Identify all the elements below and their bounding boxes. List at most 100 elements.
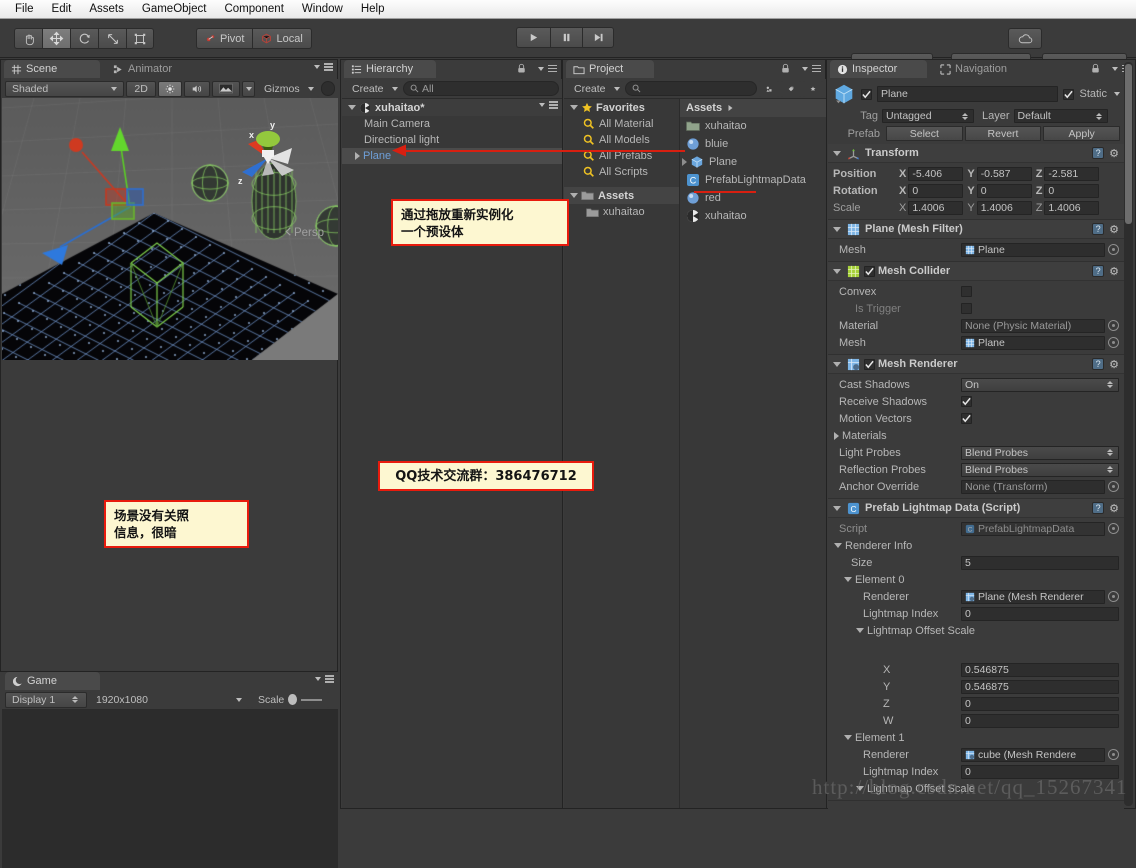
project-favorite-all-models[interactable]: All Models — [564, 132, 679, 148]
help-icon[interactable]: ? — [1092, 501, 1105, 514]
project-breadcrumb[interactable]: Assets — [680, 99, 826, 117]
audio-icon[interactable] — [184, 80, 211, 97]
tab-game[interactable]: Game — [5, 672, 100, 690]
local-toggle-button[interactable]: Local — [252, 28, 312, 49]
pivot-toggle-button[interactable]: Pivot — [196, 28, 253, 49]
object-enabled-checkbox[interactable] — [861, 88, 872, 100]
project-file-xuhaitao-scene[interactable]: xuhaitao — [680, 207, 826, 225]
object-picker-icon[interactable] — [1108, 481, 1119, 492]
chevron-down-icon[interactable] — [570, 105, 578, 110]
lock-icon[interactable] — [781, 63, 790, 74]
hierarchy-panel-menu[interactable] — [517, 63, 557, 74]
chevron-down-icon[interactable] — [834, 543, 842, 548]
component-header[interactable]: Mesh Collider ? ⚙ — [828, 262, 1124, 281]
filter-by-label-icon[interactable] — [781, 80, 801, 97]
materials-foldout-row[interactable]: Materials — [833, 427, 1119, 444]
scene-orientation-gizmo[interactable]: x y z — [222, 114, 312, 194]
object-picker-icon[interactable] — [1108, 337, 1119, 348]
hierarchy-item-directional-light[interactable]: Directional light — [342, 132, 562, 148]
hierarchy-search-input[interactable]: All — [403, 81, 559, 96]
scene-search-input[interactable] — [321, 81, 335, 96]
component-header[interactable]: Mesh Renderer ? ⚙ — [828, 355, 1124, 374]
project-file-prefab-lightmap-data[interactable]: C PrefabLightmapData — [680, 171, 826, 189]
mesh-collider-enabled-checkbox[interactable] — [864, 265, 875, 277]
position-z-input[interactable]: -2.581 — [1044, 166, 1100, 181]
menu-item-edit[interactable]: Edit — [43, 1, 81, 17]
physic-material-object-field[interactable]: None (Physic Material) — [961, 318, 1105, 333]
rotation-x-input[interactable]: 0 — [908, 183, 964, 198]
project-contents[interactable]: Assets xuhaitao bluie Plane C PrefabLigh… — [680, 99, 826, 808]
display-dropdown[interactable]: Display 1 — [5, 691, 87, 708]
hand-tool-button[interactable] — [14, 28, 42, 49]
gear-icon[interactable]: ⚙ — [1109, 502, 1119, 515]
element0-renderer-object-field[interactable]: Plane (Mesh Renderer — [961, 589, 1105, 604]
rect-tool-button[interactable] — [126, 28, 154, 49]
position-x-input[interactable]: -5.406 — [908, 166, 964, 181]
help-icon[interactable]: ? — [1092, 357, 1105, 370]
lock-icon[interactable] — [517, 63, 526, 74]
prefab-revert-button[interactable]: Revert — [964, 126, 1042, 141]
help-icon[interactable]: ? — [1092, 222, 1105, 235]
project-tree[interactable]: Favorites All Material All Models All Pr… — [564, 99, 680, 808]
chevron-down-icon[interactable] — [833, 268, 841, 274]
chevron-down-icon[interactable] — [856, 628, 864, 633]
light-icon[interactable] — [158, 80, 183, 97]
scale-tool-button[interactable] — [98, 28, 126, 49]
project-file-bluie[interactable]: bluie — [680, 135, 826, 153]
scale-slider[interactable]: Scale — [251, 691, 329, 708]
scene-panel-menu[interactable] — [306, 63, 333, 71]
rotation-z-input[interactable]: 0 — [1044, 183, 1100, 198]
component-header[interactable]: Transform ? ⚙ — [828, 144, 1124, 163]
convex-checkbox[interactable] — [961, 286, 972, 297]
gizmos-dropdown[interactable]: Gizmos — [257, 80, 319, 97]
reflection-probes-dropdown[interactable]: Blend Probes — [961, 462, 1119, 477]
offset-x-input[interactable]: 0.546875 — [961, 662, 1119, 677]
hierarchy-create-dropdown[interactable]: Create — [345, 80, 401, 97]
renderer-info-foldout[interactable]: Renderer Info — [833, 537, 1119, 554]
tag-dropdown[interactable]: Untagged — [882, 109, 974, 123]
object-picker-icon[interactable] — [1108, 591, 1119, 602]
size-input[interactable]: 5 — [961, 555, 1119, 570]
project-file-plane-prefab[interactable]: Plane — [680, 153, 826, 171]
receive-shadows-checkbox[interactable] — [961, 396, 972, 407]
chevron-down-icon[interactable] — [844, 577, 852, 582]
tab-navigation[interactable]: Navigation — [933, 60, 1037, 78]
project-favorites-row[interactable]: Favorites — [564, 99, 679, 116]
chevron-down-icon[interactable] — [833, 150, 841, 156]
gear-icon[interactable]: ⚙ — [1109, 223, 1119, 236]
menu-item-file[interactable]: File — [6, 1, 43, 17]
gear-icon[interactable]: ⚙ — [1109, 147, 1119, 160]
project-create-dropdown[interactable]: Create — [567, 80, 623, 97]
project-file-xuhaitao-folder[interactable]: xuhaitao — [680, 117, 826, 135]
chevron-down-icon[interactable] — [1114, 92, 1120, 96]
help-icon[interactable]: ? — [1092, 264, 1105, 277]
object-picker-icon[interactable] — [1108, 320, 1119, 331]
chevron-down-icon[interactable] — [833, 361, 841, 367]
scale-x-input[interactable]: 1.4006 — [908, 200, 964, 215]
element0-foldout[interactable]: Element 0 — [833, 571, 1119, 588]
project-search-input[interactable] — [625, 81, 757, 96]
chevron-down-icon[interactable] — [844, 735, 852, 740]
move-tool-button[interactable] — [42, 28, 70, 49]
menu-item-assets[interactable]: Assets — [80, 1, 133, 17]
element1-foldout[interactable]: Element 1 — [833, 729, 1119, 746]
menu-item-help[interactable]: Help — [352, 1, 394, 17]
script-object-field[interactable]: C PrefabLightmapData — [961, 521, 1105, 536]
collider-mesh-object-field[interactable]: Plane — [961, 335, 1105, 350]
anchor-override-object-field[interactable]: None (Transform) — [961, 479, 1105, 494]
inspector-scrollbar[interactable] — [1124, 62, 1133, 806]
object-picker-icon[interactable] — [1108, 749, 1119, 760]
play-button[interactable] — [516, 27, 550, 48]
offset-y-input[interactable]: 0.546875 — [961, 679, 1119, 694]
project-panel-menu[interactable] — [781, 63, 821, 74]
offset-w-input[interactable]: 0 — [961, 713, 1119, 728]
menu-item-component[interactable]: Component — [215, 1, 292, 17]
object-picker-icon[interactable] — [1108, 523, 1119, 534]
game-viewport[interactable] — [2, 710, 338, 868]
chevron-down-icon[interactable] — [833, 505, 841, 511]
project-favorite-all-scripts[interactable]: All Scripts — [564, 164, 679, 180]
scene-viewport[interactable]: Persp x y z — [2, 98, 338, 360]
component-header[interactable]: C Prefab Lightmap Data (Script) ? ⚙ — [828, 499, 1124, 518]
inspector-scrollbar-thumb[interactable] — [1125, 64, 1132, 224]
component-header[interactable]: Plane (Mesh Filter) ? ⚙ — [828, 220, 1124, 239]
